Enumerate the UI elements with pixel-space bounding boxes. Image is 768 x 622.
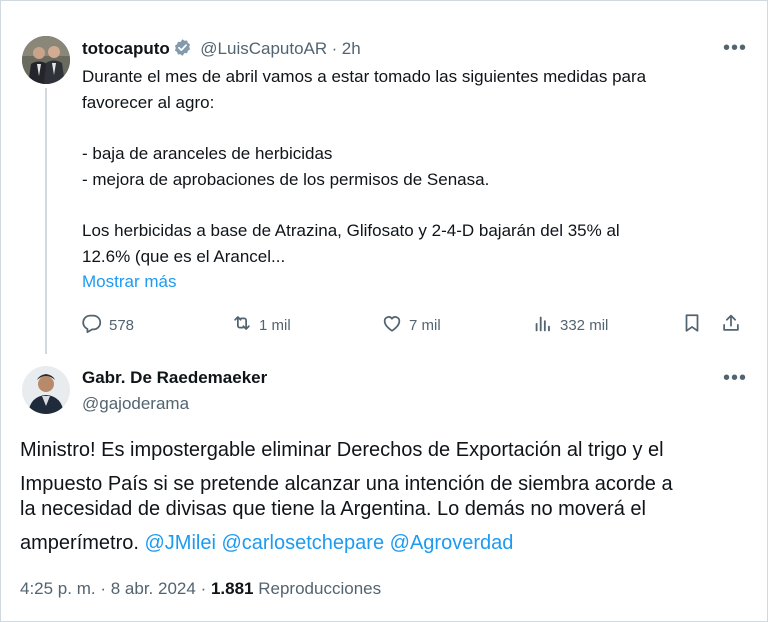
repost-icon xyxy=(231,312,253,338)
reply-count: 578 xyxy=(109,316,135,334)
tweet-text-line: - baja de aranceles de herbicidas xyxy=(82,144,333,163)
views-button[interactable]: 332 mil xyxy=(532,312,608,338)
tweet-text-line: Los herbicidas a base de Atrazina, Glifo… xyxy=(82,221,620,240)
reply-more-options-icon[interactable]: ••• xyxy=(723,368,747,388)
reply-date[interactable]: 8 abr. 2024 xyxy=(111,579,196,598)
reply-time[interactable]: 4:25 p. m. xyxy=(20,579,96,598)
bookmark-icon xyxy=(681,312,703,338)
tweet-text-line: Durante el mes de abril vamos a estar to… xyxy=(82,67,647,86)
like-button[interactable]: 7 mil xyxy=(381,312,441,338)
reply-text-line-with-mentions: amperímetro. @JMilei @carlosetchepare @A… xyxy=(20,532,514,554)
like-count: 7 mil xyxy=(409,316,441,334)
share-button[interactable] xyxy=(720,312,742,338)
separator-dot: · xyxy=(200,579,207,598)
display-name[interactable]: totocaputo xyxy=(82,39,170,58)
more-options-icon[interactable]: ••• xyxy=(723,38,747,58)
reply-views-count: 1.881 xyxy=(210,579,254,598)
tweet-text-line: - mejora de aprobaciones de los permisos… xyxy=(82,170,490,189)
reply-text-line: la necesidad de divisas que tiene la Arg… xyxy=(20,498,646,520)
reply-views-label: Reproducciones xyxy=(258,579,382,598)
heart-icon xyxy=(381,312,403,338)
tweet-text-line: 12.6% (que es el Arancel... xyxy=(82,247,286,266)
tweet-header: totocaputo @LuisCaputoAR · 2h xyxy=(82,38,361,62)
mention-carlosetchepare[interactable]: @carlosetchepare xyxy=(221,532,384,554)
views-count: 332 mil xyxy=(560,316,609,334)
tweet-text-line: favorecer al agro: xyxy=(82,93,215,112)
reply-text-line: Ministro! Es impostergable eliminar Dere… xyxy=(20,439,664,461)
thread-connector-line xyxy=(45,88,47,354)
reply-display-name[interactable]: Gabr. De Raedemaeker xyxy=(82,368,267,388)
mention-agroverdad[interactable]: @Agroverdad xyxy=(390,532,514,554)
reply-icon xyxy=(81,312,103,338)
mention-jmilei[interactable]: @JMilei xyxy=(144,532,215,554)
avatar-gajoderama[interactable] xyxy=(22,366,70,414)
avatar-totocaputo[interactable] xyxy=(22,36,70,84)
bookmark-button[interactable] xyxy=(681,312,703,338)
timestamp[interactable]: 2h xyxy=(342,39,361,58)
handle[interactable]: @LuisCaputoAR xyxy=(200,39,327,58)
reply-button[interactable]: 578 xyxy=(81,312,134,338)
analytics-icon xyxy=(532,312,554,338)
share-icon xyxy=(720,312,742,338)
separator-dot: · xyxy=(100,579,107,598)
repost-button[interactable]: 1 mil xyxy=(231,312,291,338)
verified-badge-icon xyxy=(173,38,192,62)
reply-handle[interactable]: @gajoderama xyxy=(82,394,189,414)
repost-count: 1 mil xyxy=(259,316,291,334)
reply-meta: 4:25 p. m. · 8 abr. 2024 · 1.881 Reprodu… xyxy=(20,579,381,599)
separator-dot: · xyxy=(331,39,338,58)
show-more-link[interactable]: Mostrar más xyxy=(82,269,176,295)
